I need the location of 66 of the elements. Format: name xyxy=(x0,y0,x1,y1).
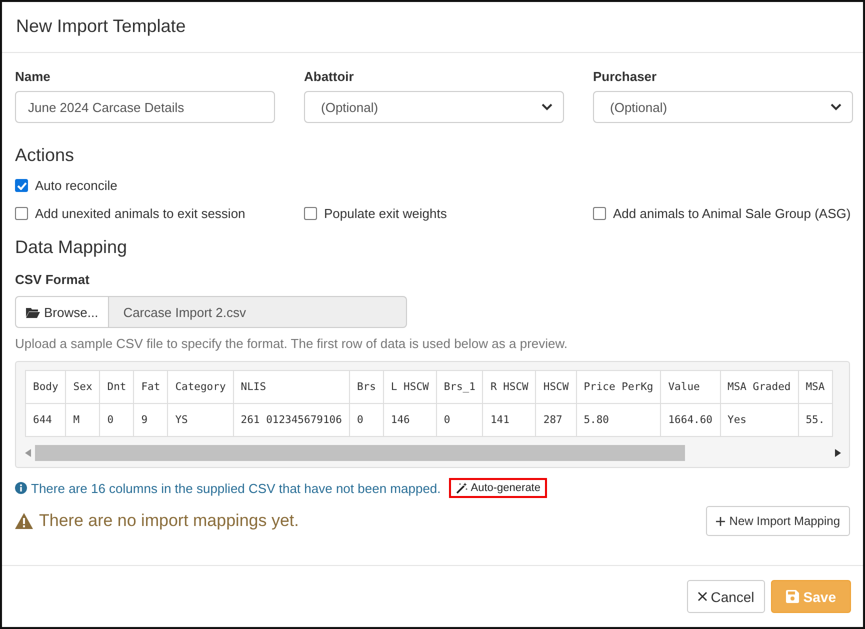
dropdown-select[interactable]: (Optional) xyxy=(593,91,853,123)
close-icon xyxy=(698,592,707,601)
table-cell: 5.80 xyxy=(576,404,661,436)
checkbox-label: Auto reconcile xyxy=(35,178,118,193)
window-title: New Import Template xyxy=(16,16,186,36)
table-cell: 141 xyxy=(482,404,536,436)
chevron-down-icon xyxy=(830,103,842,111)
column-header: Sex xyxy=(66,370,100,404)
column-header: Dnt xyxy=(100,370,134,404)
name-input[interactable]: June 2024 Carcase Details xyxy=(15,91,275,123)
checkbox-label: Populate exit weights xyxy=(324,206,447,221)
table-cell: YS xyxy=(168,404,234,436)
table-cell: 0 xyxy=(349,404,384,436)
column-header: Category xyxy=(168,370,234,404)
auto-generate-button[interactable]: Auto-generate xyxy=(448,478,548,498)
cancel-button[interactable]: Cancel xyxy=(686,580,766,613)
info-icon xyxy=(15,482,27,494)
checkbox-label: Add animals to Animal Sale Group (ASG) xyxy=(613,206,851,221)
column-header: Value xyxy=(660,370,720,404)
column-header: MSA Graded xyxy=(720,370,798,404)
info-text: There are 16 columns in the supplied CSV that have not been mapped. xyxy=(31,480,441,496)
column-header: HSCW xyxy=(536,370,576,404)
column-header: Body xyxy=(26,370,66,404)
dropdown-select[interactable]: (Optional) xyxy=(304,91,564,123)
chevron-down-icon xyxy=(541,103,553,111)
help-text: Upload a sample CSV file to specify the format. The first row of data is used below as a preview. xyxy=(15,336,569,351)
field-label: Name xyxy=(15,69,52,84)
scroll-left-icon[interactable] xyxy=(25,449,31,457)
warning-text: There are no import mappings yet. xyxy=(39,511,299,531)
table-cell: 287 xyxy=(536,404,576,436)
warning-icon xyxy=(15,513,33,529)
column-header: Price PerKg xyxy=(576,370,661,404)
folder-icon xyxy=(26,306,40,318)
table-cell: M xyxy=(66,404,100,436)
table-cell: 261 012345679106 xyxy=(233,404,350,436)
magic-wand-icon xyxy=(456,482,468,494)
file-name-field: Carcase Import 2.csv xyxy=(109,296,408,328)
browse-button[interactable]: Browse... xyxy=(15,296,110,328)
field-label: Abattoir xyxy=(304,69,355,84)
table-cell: 146 xyxy=(383,404,436,436)
table-cell: Yes xyxy=(720,404,798,436)
checkbox[interactable] xyxy=(593,207,606,220)
section-heading: Actions xyxy=(15,145,76,166)
table-cell: 55. xyxy=(798,404,832,436)
checkbox[interactable] xyxy=(15,179,28,192)
table-cell: 644 xyxy=(26,404,66,436)
column-header: Brs_1 xyxy=(436,370,483,404)
column-header: Fat xyxy=(134,370,168,404)
section-heading: Data Mapping xyxy=(15,237,128,258)
checkbox-label: Add unexited animals to exit session xyxy=(35,206,246,221)
plus-icon xyxy=(716,516,726,526)
checkbox[interactable] xyxy=(304,207,317,220)
column-header: L HSCW xyxy=(383,370,436,404)
column-header: MSA xyxy=(798,370,832,404)
table-cell: 1664.60 xyxy=(660,404,720,436)
scroll-right-icon[interactable] xyxy=(835,449,841,457)
column-header: R HSCW xyxy=(482,370,536,404)
column-header: NLIS xyxy=(233,370,350,404)
checkbox[interactable] xyxy=(15,207,28,220)
column-header: Brs xyxy=(349,370,384,404)
table-cell: 9 xyxy=(134,404,168,436)
table-cell: 0 xyxy=(436,404,483,436)
field-label: Purchaser xyxy=(593,69,658,84)
field-label: CSV Format xyxy=(15,272,90,287)
new-import-mapping-button[interactable]: New Import Mapping xyxy=(706,506,850,536)
table-cell: 0 xyxy=(100,404,134,436)
